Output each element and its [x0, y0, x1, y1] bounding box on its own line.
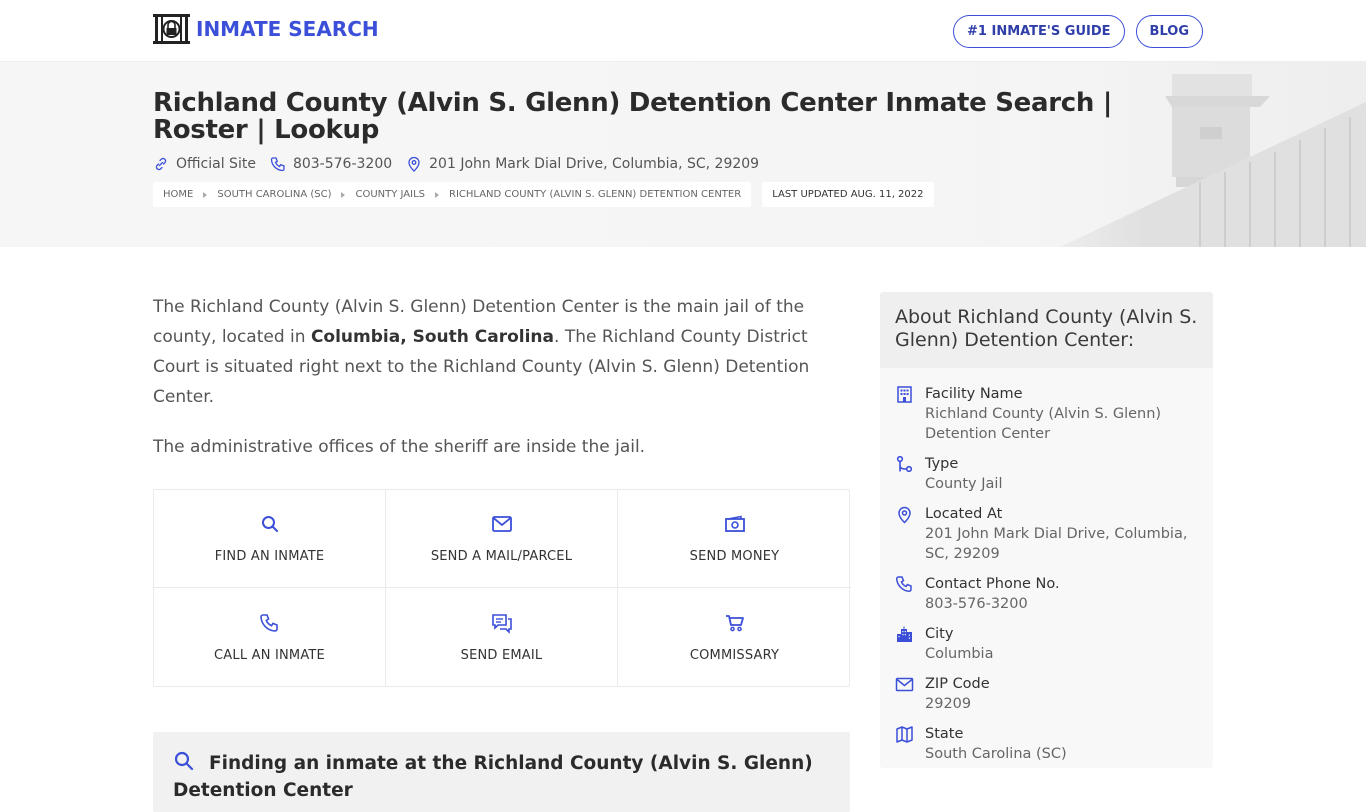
map-pin-icon [408, 156, 420, 172]
mail-icon [491, 516, 512, 532]
info-value: County Jail [925, 476, 1003, 492]
action-label: SEND A MAIL/PARCEL [430, 549, 573, 564]
info-label: City [925, 626, 954, 642]
info-label: Located At [925, 506, 1003, 522]
info-label: Type [925, 456, 959, 472]
info-location: Located At 201 John Mark Dial Drive, Colu… [895, 504, 1198, 564]
info-label: Facility Name [925, 386, 1023, 402]
search-icon [261, 516, 278, 532]
cart-icon [725, 614, 744, 631]
action-label: CALL AN INMATE [214, 647, 325, 663]
commissary-button[interactable]: COMMISSARY [618, 588, 851, 686]
info-city: City Columbia [895, 624, 1198, 664]
finding-inmate-section: Finding an inmate at the Richland County… [153, 732, 850, 812]
info-type: Type County Jail [895, 454, 1198, 494]
inmates-guide-button[interactable]: #1 INMATE'S GUIDE [953, 15, 1125, 48]
main-content: The Richland County (Alvin S. Glenn) Det… [153, 292, 851, 812]
navbar: INMATE SEARCH #1 INMATE'S GUIDE BLOG [0, 0, 1366, 62]
send-mail-button[interactable]: SEND A MAIL/PARCEL [386, 490, 618, 588]
section-heading: Finding an inmate at the Richland County… [173, 750, 830, 804]
site-name: INMATE SEARCH [196, 17, 379, 41]
info-value: 29209 [925, 696, 972, 712]
admin-paragraph: The administrative offices of the sherif… [153, 437, 646, 457]
info-label: Contact Phone No. [925, 576, 1060, 592]
search-icon [174, 751, 194, 771]
info-phone: Contact Phone No. 803-576-3200 [895, 574, 1198, 614]
breadcrumb-home[interactable]: HOME [163, 189, 193, 200]
action-label: COMMISSARY [689, 647, 780, 663]
breadcrumb-separator-icon [341, 191, 346, 198]
intro-location: Columbia, South Carolina [310, 327, 555, 347]
info-state: State South Carolina (SC) [895, 724, 1198, 764]
breadcrumb-separator-icon [203, 191, 208, 198]
facility-info-card: About Richland County (Alvin S. Glenn) D… [880, 292, 1213, 768]
intro-paragraph: The Richland County (Alvin S. Glenn) Det… [153, 292, 850, 412]
info-label: State [925, 726, 964, 742]
call-inmate-button[interactable]: CALL AN INMATE [154, 588, 386, 686]
page-title: Richland County (Alvin S. Glenn) Detenti… [153, 88, 1113, 145]
info-value: 201 John Mark Dial Drive, Columbia, SC, … [925, 526, 1188, 562]
breadcrumb-current: RICHLAND COUNTY (ALVIN S. GLENN) DETENTI… [449, 189, 742, 200]
action-grid: FIND AN INMATE SEND A MAIL/PARCEL SEND M… [153, 489, 851, 687]
jail-lock-icon [153, 14, 190, 44]
chat-icon [491, 613, 512, 634]
info-label: ZIP Code [925, 676, 990, 692]
phone-icon [259, 613, 278, 632]
section-heading-text: Finding an inmate at the Richland County… [173, 753, 813, 801]
money-icon [724, 515, 745, 532]
address-link[interactable]: 201 John Mark Dial Drive, Columbia, SC, … [406, 156, 759, 172]
send-email-button[interactable]: SEND EMAIL [386, 588, 618, 686]
official-site-label: Official Site [176, 156, 256, 172]
official-site-link[interactable]: Official Site [153, 156, 256, 172]
building-icon [897, 386, 912, 403]
info-value: Richland County (Alvin S. Glenn) Detenti… [925, 406, 1162, 442]
blog-button[interactable]: BLOG [1135, 15, 1203, 48]
phone-icon [895, 576, 912, 593]
city-icon [897, 626, 912, 642]
facility-info-heading: About Richland County (Alvin S. Glenn) D… [880, 292, 1213, 368]
action-label: SEND EMAIL [460, 647, 543, 663]
action-label: FIND AN INMATE [214, 549, 325, 564]
info-zip: ZIP Code 29209 [895, 674, 1198, 714]
breadcrumb-state[interactable]: SOUTH CAROLINA (SC) [217, 189, 331, 200]
address-text: 201 John Mark Dial Drive, Columbia, SC, … [429, 156, 760, 172]
map-icon [896, 726, 913, 743]
hero-banner: Richland County (Alvin S. Glenn) Detenti… [0, 62, 1366, 247]
site-logo[interactable]: INMATE SEARCH [153, 14, 379, 44]
info-value: 803-576-3200 [925, 596, 1028, 612]
last-updated-badge: LAST UPDATED AUG. 11, 2022 [762, 182, 934, 207]
map-pin-icon [898, 506, 911, 524]
breadcrumb-county-jails[interactable]: COUNTY JAILS [355, 189, 425, 200]
phone-number: 803-576-3200 [292, 156, 393, 172]
find-inmate-button[interactable]: FIND AN INMATE [154, 490, 386, 588]
phone-link[interactable]: 803-576-3200 [270, 156, 392, 172]
route-icon [896, 455, 913, 473]
breadcrumb: HOME SOUTH CAROLINA (SC) COUNTY JAILS RI… [153, 182, 752, 207]
info-facility-name: Facility Name Richland County (Alvin S. G… [895, 384, 1198, 444]
action-label: SEND MONEY [689, 549, 780, 564]
send-money-button[interactable]: SEND MONEY [618, 490, 851, 588]
info-value: South Carolina (SC) [925, 746, 1067, 762]
link-icon [155, 157, 167, 171]
phone-icon [270, 157, 285, 172]
mail-icon [895, 677, 914, 692]
info-value: Columbia [925, 646, 994, 662]
breadcrumb-separator-icon [435, 191, 440, 198]
